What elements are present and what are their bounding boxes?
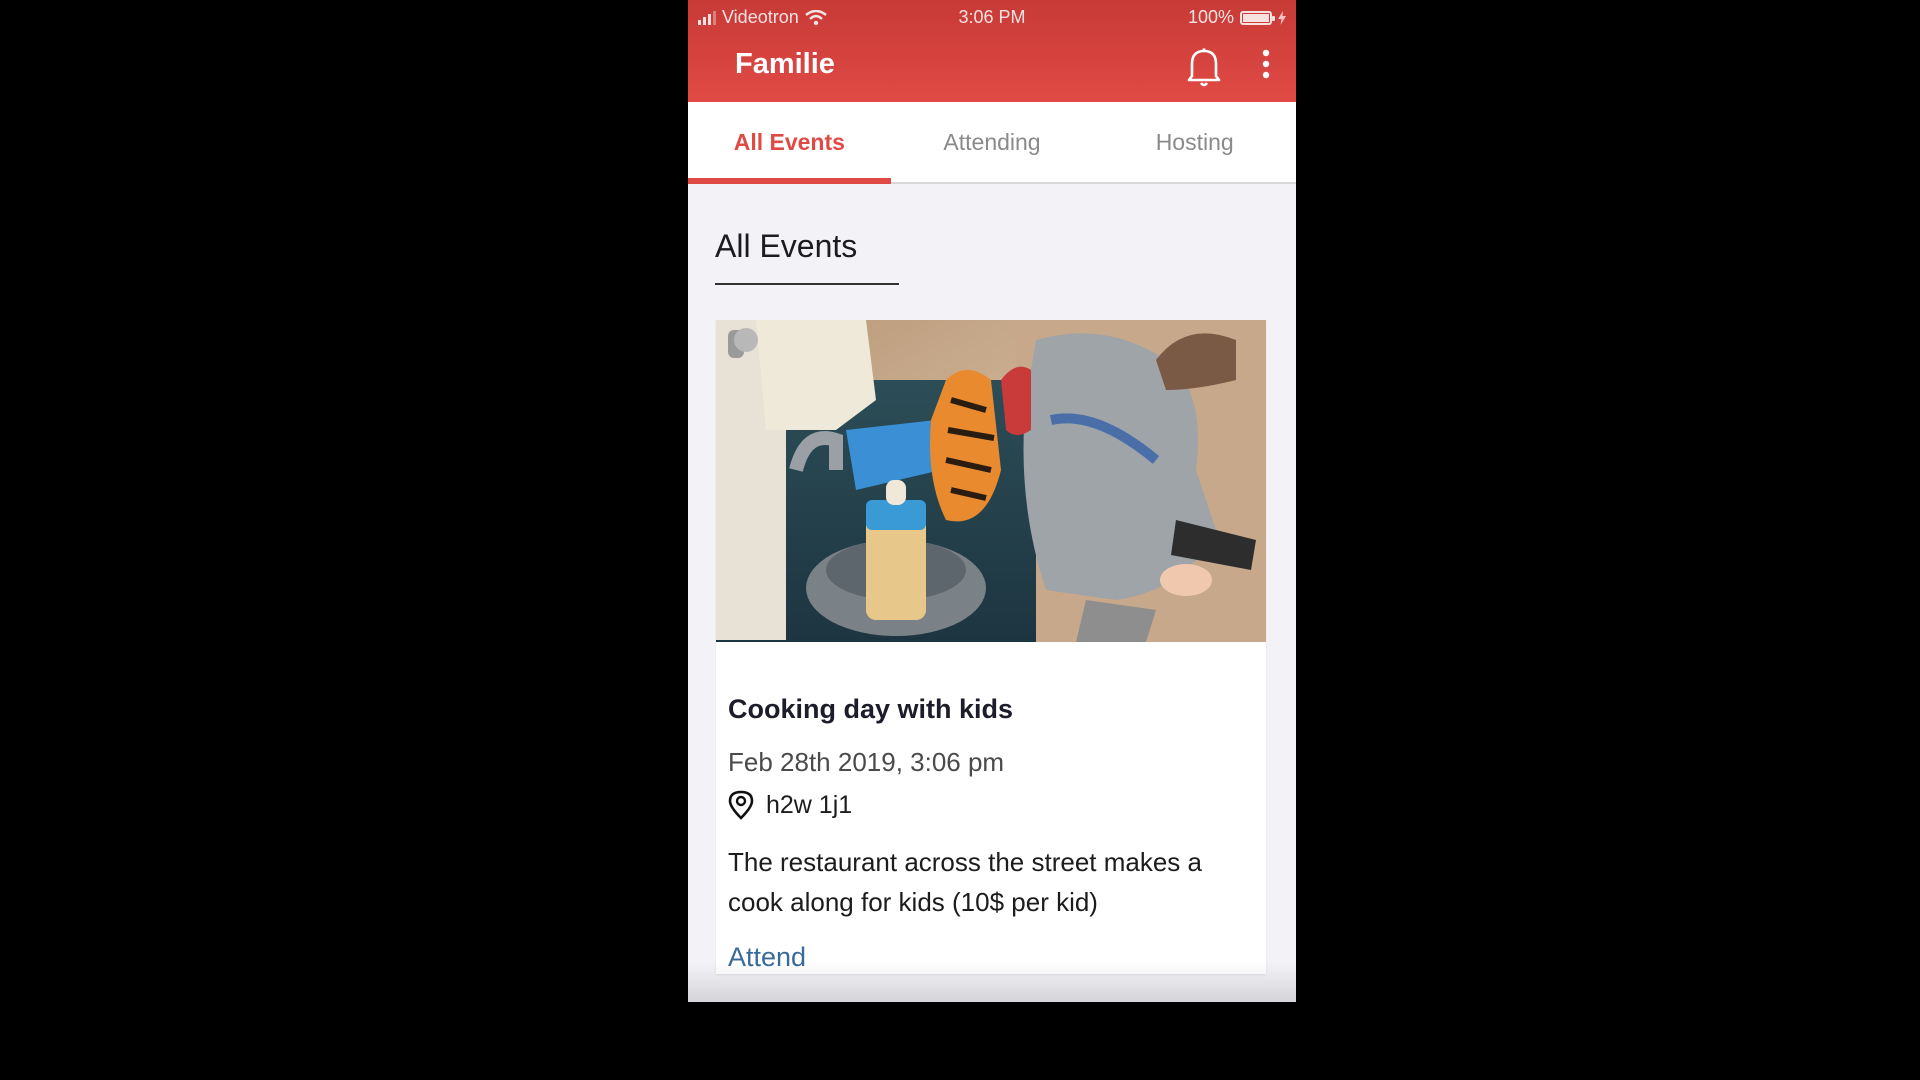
bell-icon[interactable] xyxy=(1184,44,1224,88)
bottom-fade xyxy=(688,962,1296,1002)
location-pin-icon xyxy=(728,790,754,820)
app-header: Videotron 3:06 PM 100% Familie xyxy=(688,0,1296,102)
tab-hosting[interactable]: Hosting xyxy=(1093,102,1296,182)
event-card[interactable]: Cooking day with kids Feb 28th 2019, 3:0… xyxy=(716,320,1266,974)
event-location: h2w 1j1 xyxy=(728,790,852,820)
battery-icon xyxy=(1240,10,1275,25)
status-right: 100% xyxy=(1188,7,1286,28)
event-title[interactable]: Cooking day with kids xyxy=(728,694,1013,725)
tab-attending[interactable]: Attending xyxy=(891,102,1094,182)
section-underline xyxy=(715,283,899,285)
event-photo xyxy=(716,320,1266,642)
tab-bar: All Events Attending Hosting xyxy=(688,102,1296,184)
event-date: Feb 28th 2019, 3:06 pm xyxy=(728,747,1005,777)
tab-all-events[interactable]: All Events xyxy=(688,102,891,184)
event-description: The restaurant across the street makes a… xyxy=(728,847,1202,917)
more-vertical-icon[interactable] xyxy=(1260,48,1272,84)
battery-percent: 100% xyxy=(1187,7,1234,27)
event-image xyxy=(716,320,1266,642)
app-title: Familie xyxy=(735,48,835,80)
status-bar: Videotron 3:06 PM 100% xyxy=(688,0,1296,34)
event-location-text: h2w 1j1 xyxy=(766,790,853,819)
phone-screen: Videotron 3:06 PM 100% Familie All Event… xyxy=(688,0,1296,1002)
charging-icon xyxy=(1278,10,1286,25)
section-title: All Events xyxy=(715,228,858,264)
